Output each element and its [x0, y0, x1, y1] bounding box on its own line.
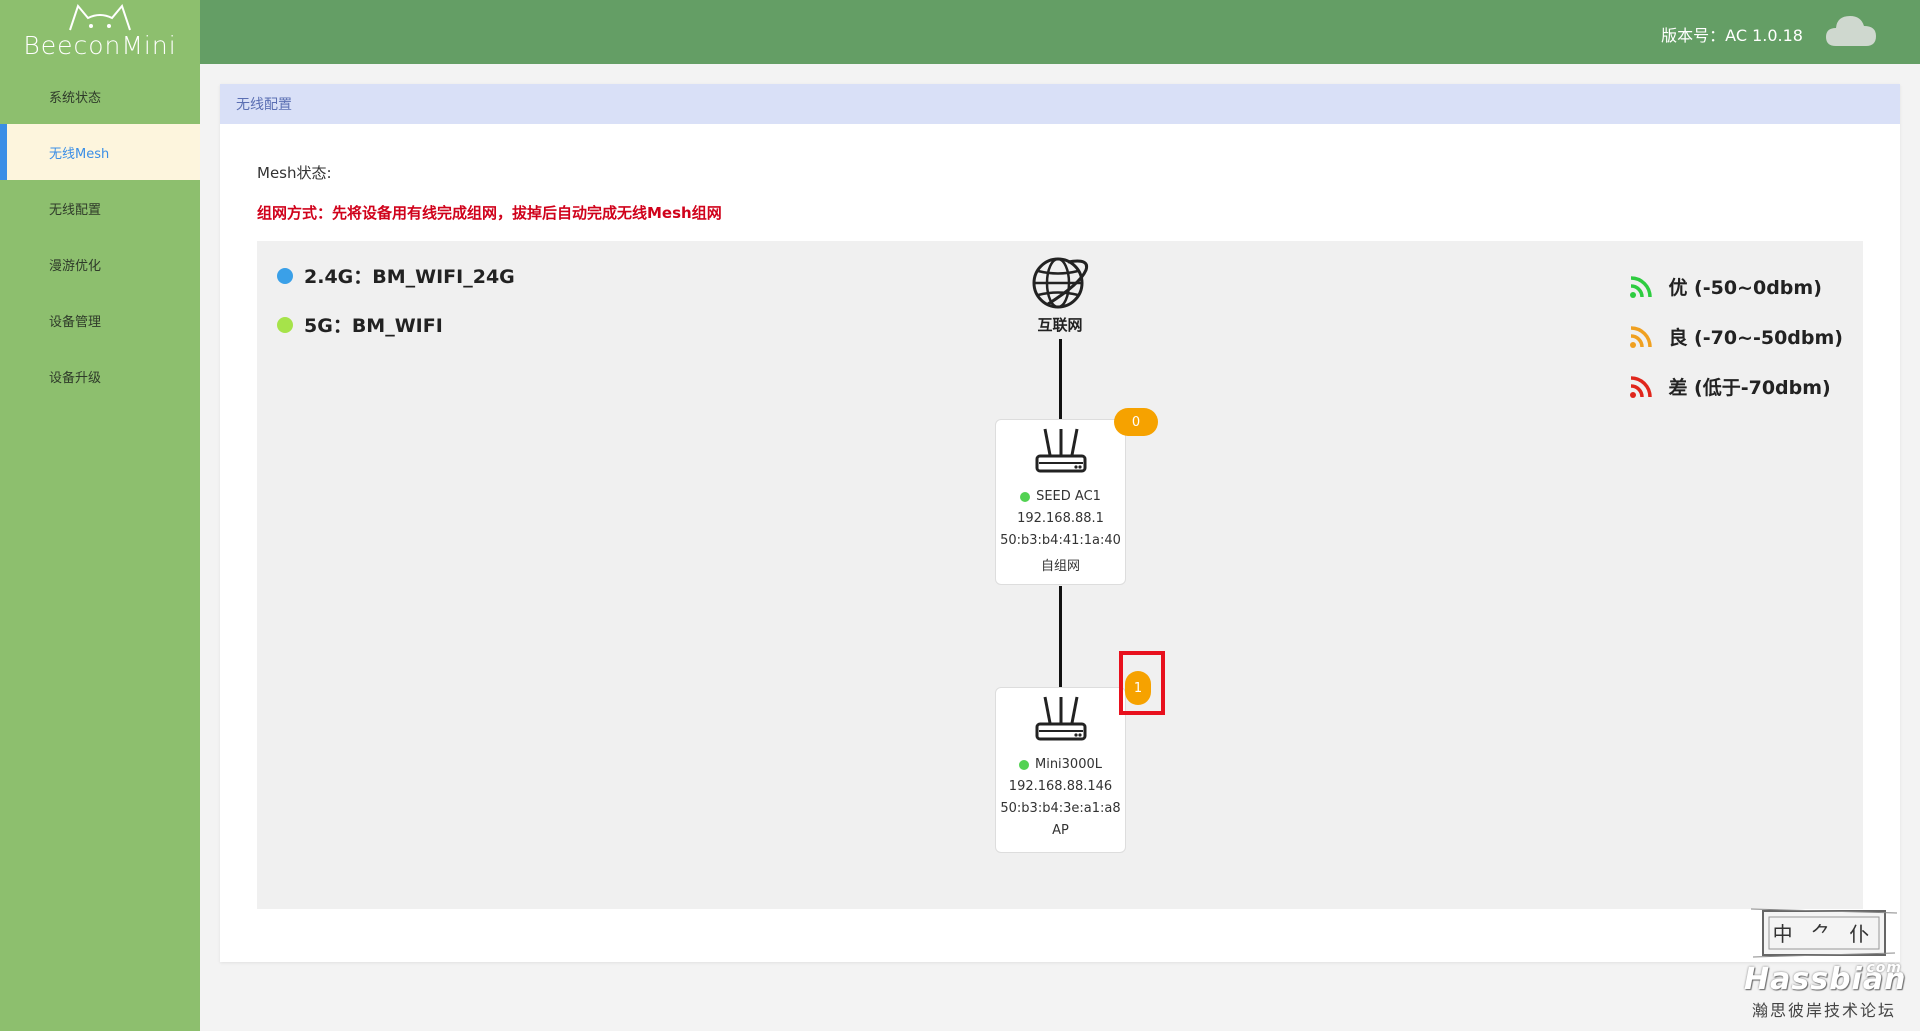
- link-internet-seed: [1059, 339, 1062, 421]
- node-mini-name-text: Mini3000L: [1034, 757, 1102, 772]
- content-card: 无线配置 Mesh状态: 组网方式：先将设备用有线完成组网，拔掉后自动完成无线M…: [220, 84, 1900, 962]
- mesh-status-label: Mesh状态:: [257, 164, 332, 182]
- sidebar-item-system-status[interactable]: 系统状态: [0, 68, 200, 124]
- node-seed-name: SEED AC1: [996, 489, 1125, 504]
- legend-good-label: 优 (-50~0dbm): [1668, 276, 1822, 299]
- node-seed-mac: 50:b3:b4:41:1a:40: [1000, 533, 1121, 548]
- node-mini-name: Mini3000L: [996, 757, 1125, 772]
- card-title: 无线配置: [220, 84, 1900, 124]
- online-dot: [1018, 759, 1029, 770]
- signal-red-icon: [1630, 376, 1653, 398]
- legend-fair-label: 良 (-70~-50dbm): [1668, 326, 1843, 349]
- online-dot: [1020, 491, 1031, 502]
- logo: BeeconMini: [0, 0, 200, 64]
- ssid-24g: 2.4G：BM_WIFI_24G: [277, 262, 515, 289]
- signal-green-icon: [1630, 276, 1653, 298]
- version-label: 版本号：AC 1.0.18: [1661, 26, 1803, 45]
- watermark-brand: Hassbian com: [1744, 960, 1905, 995]
- logo-text: BeeconMini: [23, 31, 177, 60]
- router-icon: [1035, 428, 1086, 473]
- node-mini-ip: 192.168.88.146: [1008, 779, 1113, 794]
- ssid-5g-dot: [277, 316, 293, 333]
- legend-fair: 良 (-70~-50dbm): [1628, 311, 1843, 361]
- node-seed-client-badge[interactable]: 0: [1114, 408, 1158, 436]
- sidebar-item-device-management[interactable]: 设备管理: [0, 292, 200, 348]
- watermark-com: com: [1866, 960, 1902, 976]
- legend-good: 优 (-50~0dbm): [1628, 261, 1843, 311]
- sidebar-item-wireless-config[interactable]: 无线配置: [0, 180, 200, 236]
- internet-label: 互联网: [1037, 316, 1083, 334]
- svg-text:中 ⺈ 仆: 中 ⺈ 仆: [1773, 922, 1876, 946]
- node-seed-mode: 自组网: [1040, 559, 1080, 574]
- watermark: 中 ⺈ 仆 Hassbian com 瀚思彼岸技术论坛: [1744, 905, 1905, 1023]
- ssid-24g-dot: [277, 267, 293, 284]
- mesh-note: 组网方式：先将设备用有线完成组网，拔掉后自动完成无线Mesh组网: [257, 204, 722, 222]
- sidebar-item-wireless-mesh[interactable]: 无线Mesh: [0, 124, 200, 180]
- node-mini-mac: 50:b3:b4:3e:a1:a8: [1000, 801, 1121, 816]
- topology-panel: 2.4G：BM_WIFI_24G 5G：BM_WIFI 优 (-50~0dbm): [257, 241, 1863, 909]
- sidebar-item-device-upgrade[interactable]: 设备升级: [0, 348, 200, 404]
- legend-poor-label: 差 (低于-70dbm): [1668, 376, 1831, 399]
- sidebar-nav: 系统状态 无线Mesh 无线配置 漫游优化 设备管理 设备升级: [0, 68, 200, 404]
- ssid-5g: 5G：BM_WIFI: [277, 311, 443, 338]
- sidebar: BeeconMini 系统状态 无线Mesh 无线配置 漫游优化 设备管理 设备…: [0, 0, 200, 1031]
- node-mini-mode: AP: [1052, 823, 1069, 838]
- sidebar-item-roaming[interactable]: 漫游优化: [0, 236, 200, 292]
- globe-icon: [1032, 257, 1089, 309]
- node-mini-client-badge[interactable]: 1: [1125, 671, 1151, 705]
- signal-orange-icon: [1630, 326, 1653, 348]
- cat-logo-icon: [69, 3, 131, 31]
- ssid-5g-label: 5G：BM_WIFI: [304, 315, 443, 337]
- node-seed-name-text: SEED AC1: [1036, 489, 1101, 504]
- router-icon: [1035, 696, 1086, 741]
- legend-poor: 差 (低于-70dbm): [1628, 361, 1843, 411]
- top-header: 版本号：AC 1.0.18: [200, 0, 1920, 64]
- node-seed-ip: 192.168.88.1: [1017, 511, 1104, 526]
- link-seed-mini: [1059, 586, 1062, 691]
- signal-legend: 优 (-50~0dbm) 良 (-70~-50dbm) 差 (低于-70dbm): [1628, 261, 1843, 411]
- node-seed-ac1[interactable]: SEED AC1 192.168.88.1 50:b3:b4:41:1a:40 …: [995, 419, 1126, 585]
- ssid-24g-label: 2.4G：BM_WIFI_24G: [304, 266, 515, 288]
- watermark-subtitle: 瀚思彼岸技术论坛: [1751, 1001, 1896, 1020]
- node-mini3000l[interactable]: Mini3000L 192.168.88.146 50:b3:b4:3e:a1:…: [995, 687, 1126, 853]
- cloud-icon[interactable]: [1824, 10, 1878, 50]
